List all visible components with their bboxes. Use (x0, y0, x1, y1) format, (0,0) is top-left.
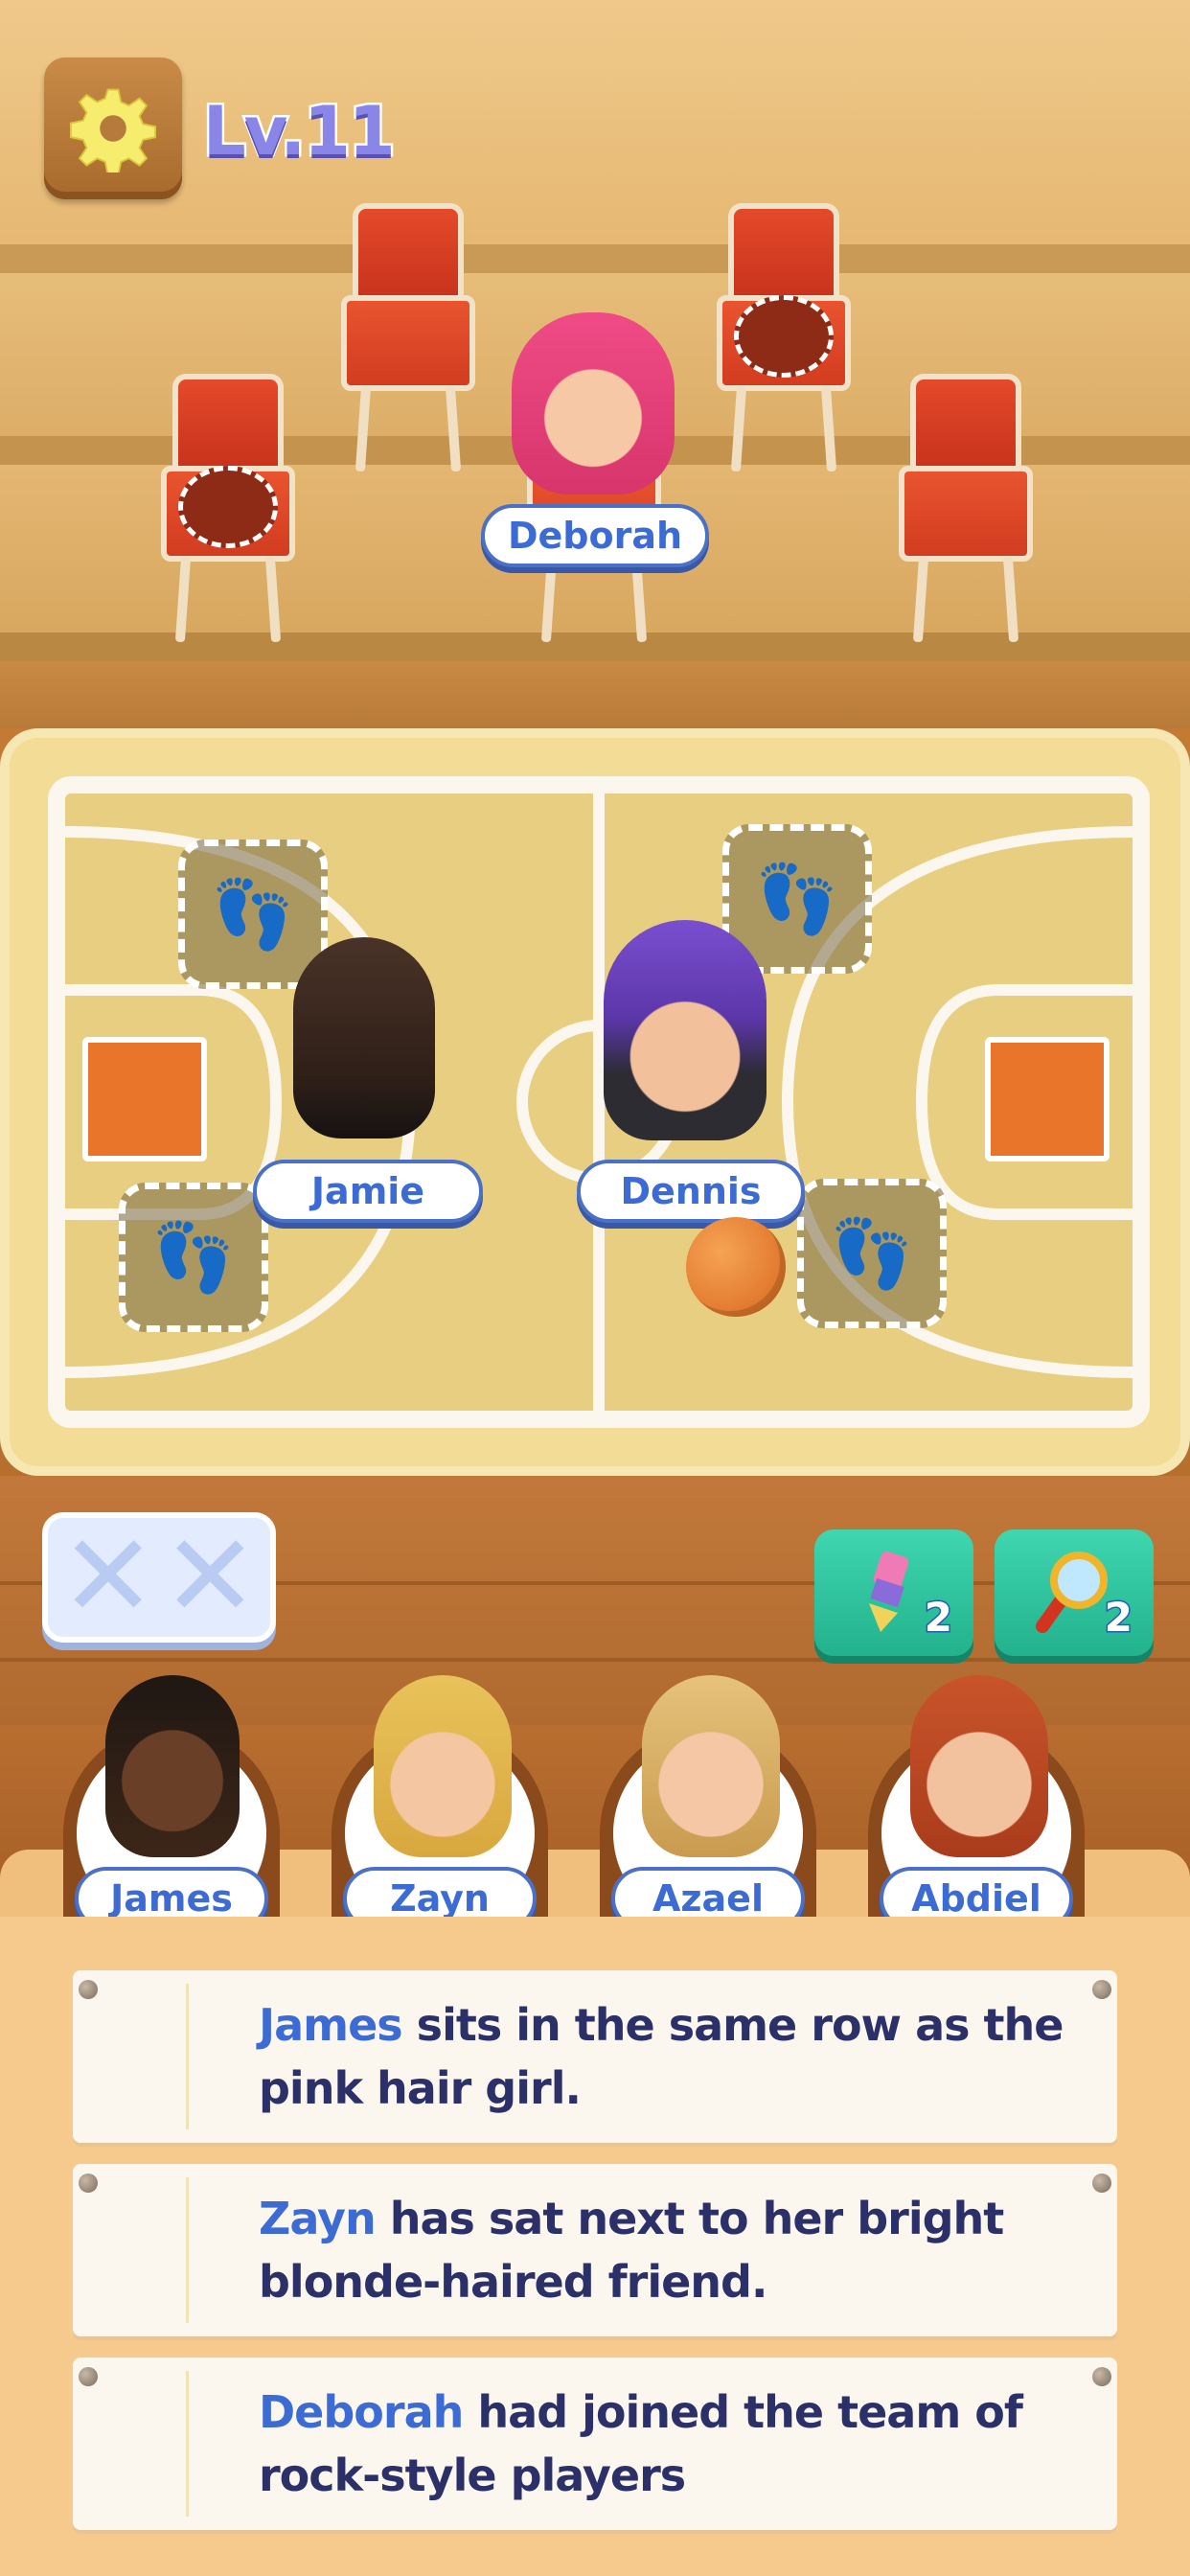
eraser-count: 2 (923, 1593, 953, 1643)
gear-icon (69, 88, 157, 172)
eraser-hint-button[interactable]: 2 (814, 1530, 973, 1656)
clue-text: Zayn has sat next to her bright blonde-h… (259, 2187, 1083, 2313)
footprints-icon: 👣 (151, 1217, 236, 1297)
james-avatar[interactable] (105, 1675, 240, 1857)
name-tag-deborah: Deborah (481, 504, 709, 567)
footprints-icon: 👣 (755, 859, 839, 938)
seat-row2-left[interactable] (161, 374, 295, 643)
dennis-avatar[interactable] (604, 920, 767, 1140)
deborah-avatar[interactable] (512, 312, 675, 494)
clue-highlight-name: Zayn (259, 2193, 377, 2244)
x-icon: ✕ (59, 1510, 156, 1644)
seat-row1-left[interactable] (341, 203, 475, 472)
magnifier-icon (1036, 1552, 1108, 1633)
left-hoop (82, 1037, 207, 1162)
clue-card[interactable]: Zayn has sat next to her bright blonde-h… (73, 2164, 1117, 2336)
footprints-icon: 👣 (211, 874, 295, 954)
level-indicator: Lv.11 (201, 90, 399, 173)
azael-avatar[interactable] (642, 1675, 780, 1857)
seat-row2-right[interactable] (899, 374, 1033, 643)
clue-highlight-name: Deborah (259, 2386, 464, 2438)
clue-text: Deborah had joined the team of rock-styl… (259, 2380, 1083, 2507)
right-hoop (985, 1037, 1110, 1162)
magnifier-hint-button[interactable]: 2 (995, 1530, 1154, 1656)
name-tag-dennis: Dennis (577, 1160, 805, 1223)
empty-seat-slot[interactable] (734, 295, 834, 378)
name-tag-jamie: Jamie (253, 1160, 483, 1223)
magnifier-count: 2 (1103, 1593, 1133, 1643)
basketball-icon (686, 1217, 786, 1317)
empty-seat-slot[interactable] (178, 466, 278, 548)
clue-text: James sits in the same row as the pink h… (259, 1993, 1083, 2120)
eraser-icon (869, 1551, 909, 1632)
abdiel-avatar[interactable] (910, 1675, 1048, 1857)
x-icon: ✕ (162, 1510, 259, 1644)
court-slot[interactable]: 👣 (797, 1179, 947, 1328)
arena-wall (0, 661, 1190, 728)
clue-highlight-name: James (259, 1999, 403, 2051)
zayn-avatar[interactable] (374, 1675, 512, 1857)
clue-card[interactable]: Deborah had joined the team of rock-styl… (73, 2358, 1117, 2530)
settings-button[interactable] (44, 58, 182, 199)
mistakes-indicator: ✕ ✕ (42, 1512, 276, 1643)
jamie-avatar[interactable] (293, 937, 435, 1138)
bleacher-edge (0, 244, 1190, 273)
court-slot[interactable]: 👣 (119, 1183, 268, 1332)
clue-card[interactable]: James sits in the same row as the pink h… (73, 1970, 1117, 2143)
seat-row1-right[interactable] (717, 203, 851, 472)
footprints-icon: 👣 (830, 1213, 914, 1293)
